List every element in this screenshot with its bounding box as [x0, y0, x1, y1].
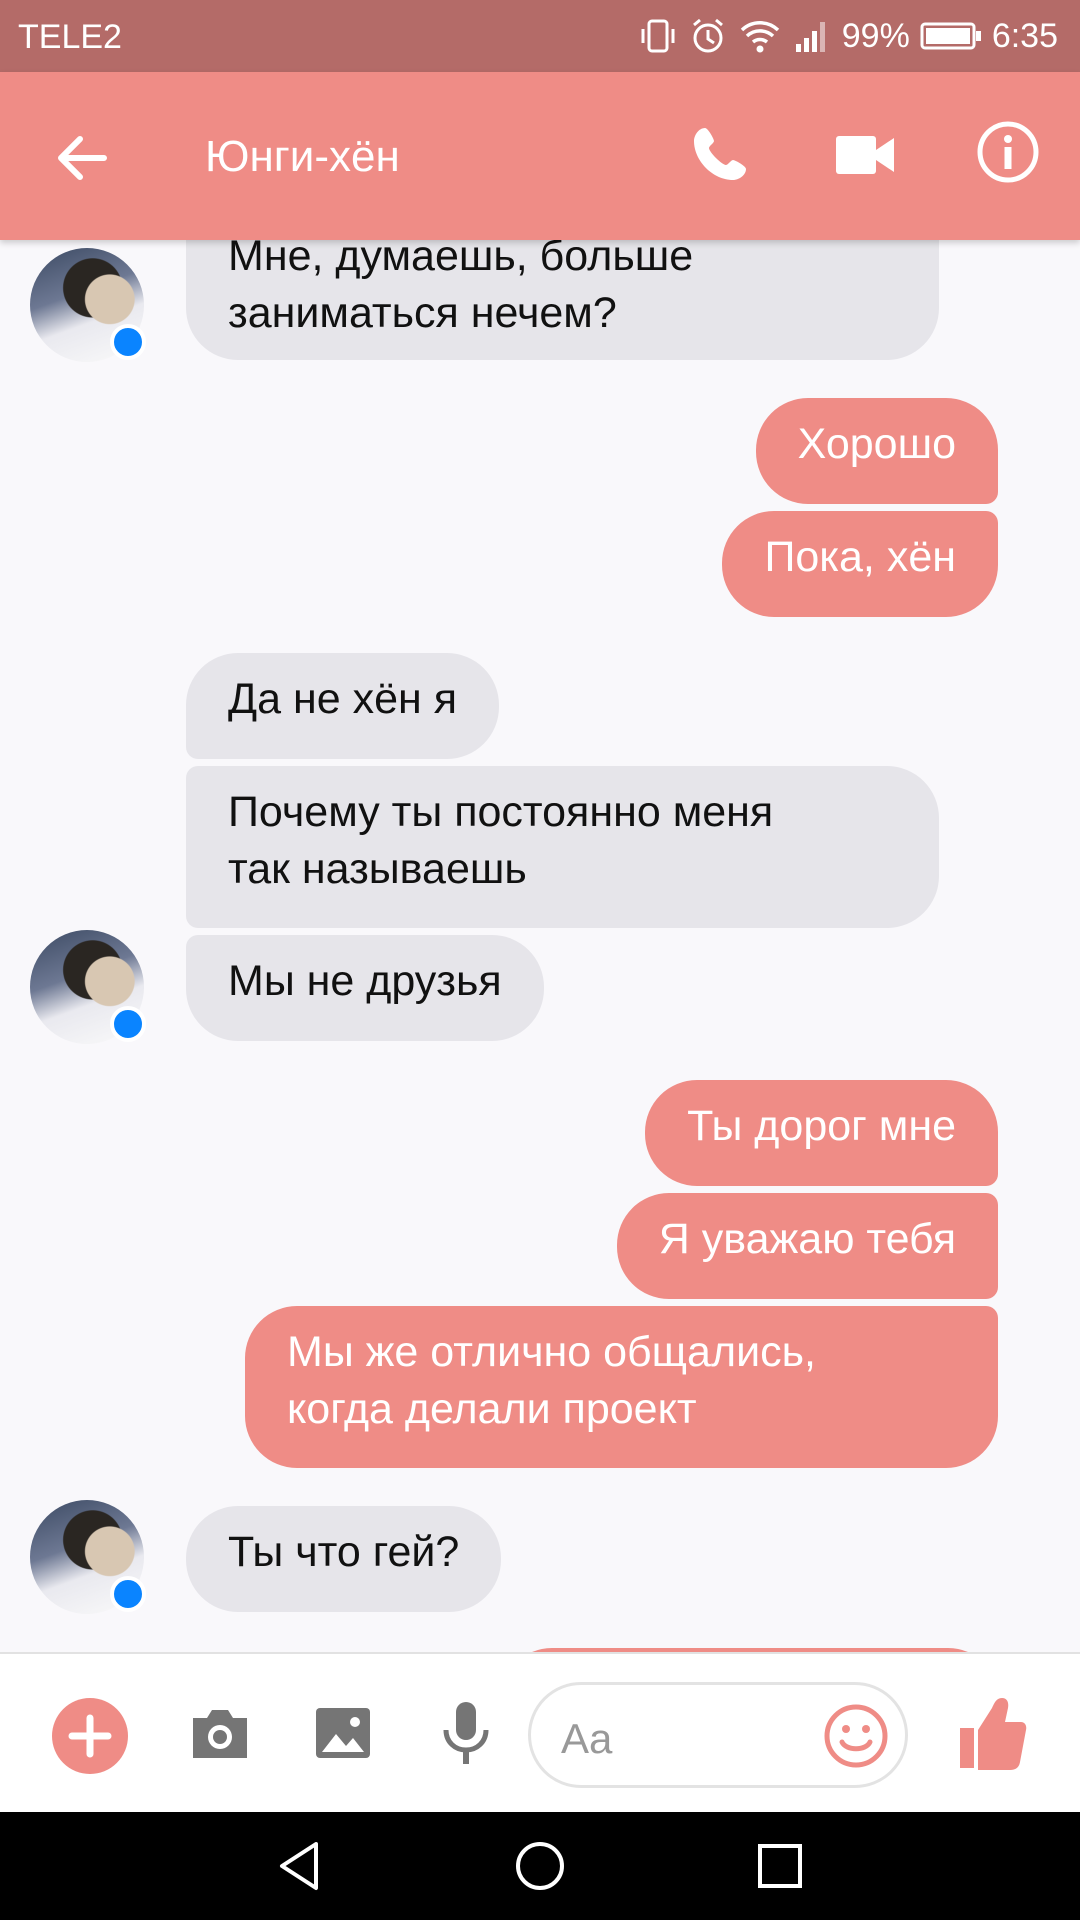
- messenger-badge-icon: [110, 324, 146, 360]
- info-icon[interactable]: [976, 120, 1040, 184]
- plus-icon: [68, 1714, 112, 1758]
- message-text: Да не хён я: [228, 675, 457, 723]
- message-bubble-incoming[interactable]: Ты что гей?: [186, 1506, 502, 1612]
- message-bubble-outgoing[interactable]: Пока, хён: [722, 511, 998, 617]
- message-text: Я уважаю тебя: [658, 1215, 956, 1263]
- message-text: Хорошо: [797, 420, 956, 468]
- message-text: когда делали проект: [287, 1385, 697, 1433]
- system-navigation-bar: [0, 1812, 1080, 1920]
- message-text: Мы не друзья: [228, 957, 502, 1005]
- message-text: заниматься нечем?: [228, 289, 617, 337]
- thumbs-up-icon[interactable]: [958, 1694, 1028, 1770]
- nav-home-icon[interactable]: [510, 1836, 570, 1896]
- messenger-badge-icon: [110, 1576, 146, 1612]
- wifi-icon: [740, 21, 779, 53]
- message-input[interactable]: Aa: [528, 1682, 908, 1788]
- carrier-label: TELE2: [18, 18, 122, 56]
- message-text: Мы же отлично общались,: [287, 1328, 816, 1376]
- vibrate-icon: [641, 19, 675, 53]
- messenger-badge-icon: [110, 1006, 146, 1042]
- battery-icon: [920, 22, 981, 50]
- message-text: Ты что гей?: [228, 1528, 460, 1576]
- back-arrow-icon[interactable]: [52, 128, 112, 188]
- video-camera-icon[interactable]: [834, 130, 896, 180]
- battery-percent: 99%: [841, 16, 910, 55]
- phone-icon[interactable]: [688, 122, 752, 186]
- emoji-icon[interactable]: [823, 1703, 889, 1769]
- camera-icon[interactable]: [187, 1700, 253, 1766]
- avatar[interactable]: [30, 1500, 146, 1614]
- message-bubble-outgoing[interactable]: Я уважаю тебя: [616, 1193, 998, 1299]
- message-bubble-incoming[interactable]: Мне, думаешь, больше заниматься нечем?: [186, 240, 939, 360]
- message-bubble-incoming[interactable]: Почему ты постоянно меня так называешь: [186, 766, 939, 928]
- composer-bar: Aa: [0, 1652, 1080, 1812]
- message-bubble-incoming[interactable]: Мы не друзья: [186, 935, 544, 1041]
- message-text: Почему ты постоянно меня: [228, 788, 774, 836]
- clock: 6:35: [991, 16, 1058, 55]
- message-text: Пока, хён: [764, 533, 956, 581]
- signal-icon: [795, 22, 825, 52]
- message-text: так называешь: [228, 845, 527, 893]
- conversation-header: Юнги-хён: [0, 72, 1080, 240]
- nav-recents-icon[interactable]: [750, 1836, 810, 1896]
- message-bubble-outgoing[interactable]: Хорошо: [755, 398, 998, 504]
- microphone-icon[interactable]: [440, 1698, 492, 1770]
- alarm-icon: [692, 18, 723, 53]
- avatar[interactable]: [30, 248, 146, 362]
- message-text: Ты дорог мне: [687, 1102, 956, 1150]
- avatar[interactable]: [30, 930, 146, 1044]
- message-bubble-outgoing[interactable]: Мы же отлично общались, когда делали про…: [245, 1306, 998, 1468]
- nav-back-icon[interactable]: [270, 1836, 330, 1896]
- contact-name[interactable]: Юнги-хён: [205, 132, 400, 182]
- plus-button[interactable]: [52, 1698, 128, 1774]
- message-bubble-outgoing[interactable]: Ты дорог мне: [645, 1080, 998, 1186]
- image-icon[interactable]: [310, 1700, 376, 1766]
- message-text: Мне, думаешь, больше: [228, 240, 694, 280]
- message-bubble-incoming[interactable]: Да не хён я: [186, 653, 499, 759]
- message-list[interactable]: Мне, думаешь, больше заниматься нечем? Х…: [0, 240, 1080, 1652]
- status-bar: TELE2 99% 6:35: [0, 0, 1080, 72]
- message-input-placeholder: Aa: [561, 1715, 613, 1762]
